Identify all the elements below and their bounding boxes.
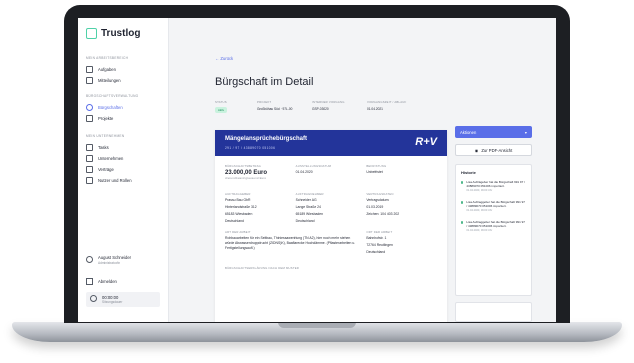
- section-heading: MEIN UNTERNEHMEN: [86, 134, 125, 138]
- meta-status: STATUS Aktiv: [215, 100, 228, 113]
- history-entry: Lisa Auftraggeber hat die Bürgschaft 991…: [461, 220, 526, 232]
- app-name: Trustlog: [101, 28, 141, 39]
- chevron-down-icon: ▾: [524, 129, 527, 135]
- history-entry: Lisa Aufträgeber hat die Bürgschaft 991 …: [461, 180, 526, 192]
- insurer-logo: R+V: [415, 136, 437, 148]
- detail-meta: STATUS Aktiv PROJEKT Großbühau Süd · 97L…: [215, 100, 422, 113]
- bell-icon: [86, 77, 93, 84]
- actions-dropdown[interactable]: Aktionen ▾: [455, 126, 532, 138]
- document-icon: [86, 166, 93, 173]
- project-link[interactable]: Großbühau Süd · 97L-00: [257, 107, 312, 111]
- meta-vorgang: INTERNER VORGANG GSP-03020: [312, 100, 345, 111]
- shield-icon: [86, 104, 93, 111]
- logout-button[interactable]: Abmelden: [86, 278, 117, 285]
- page-title: Bürgschaft im Detail: [215, 76, 314, 88]
- session-label: Sitzungsdauer: [102, 300, 123, 304]
- status-badge: Aktiv: [215, 107, 228, 113]
- user-icon: [86, 177, 93, 184]
- document-row: AUFTRAGGEBER Prassu Bau GbR Hinterlandst…: [225, 192, 400, 223]
- sidebar-item-mitteilungen[interactable]: Mitteilungen: [86, 77, 121, 84]
- sidebar-item-nutzer[interactable]: Nutzer und Rollen: [86, 177, 132, 184]
- session-timer: 00:00:00 Sitzungsdauer: [86, 292, 160, 307]
- sidebar-item-tasks[interactable]: Tasks: [86, 144, 109, 151]
- clock-icon: [90, 295, 97, 302]
- main-content: ← Zurück Bürgschaft im Detail STATUS Akt…: [169, 18, 556, 322]
- section-heading: MEIN ARBEITSBEREICH: [86, 56, 129, 60]
- sidebar-item-aufgaben[interactable]: Aufgaben: [86, 66, 116, 73]
- sidebar-item-buergschaften[interactable]: Bürgschaften: [86, 104, 123, 111]
- pdf-view-button[interactable]: ◉ Zur PDF-Ansicht: [455, 144, 532, 156]
- back-link[interactable]: ← Zurück: [215, 56, 233, 61]
- guarantee-document: Mängelansprüchebürgschaft 291 / 97 / 438…: [215, 130, 447, 322]
- avatar-icon: [86, 256, 93, 263]
- logout-icon: [86, 278, 93, 285]
- section-heading: BÜRGSCHAFTSVERWALTUNG: [86, 94, 139, 98]
- meta-project: PROJEKT Großbühau Süd · 97L-00: [257, 100, 312, 113]
- logo[interactable]: Trustlog: [86, 28, 140, 39]
- folder-icon: [86, 115, 93, 122]
- user-name: August Schneider: [98, 255, 132, 260]
- app-screen: Trustlog MEIN ARBEITSBEREICH Aufgaben Mi…: [78, 18, 556, 322]
- history-panel: Historie Lisa Aufträgeber hat die Bürgsc…: [455, 164, 532, 296]
- list-icon: [86, 144, 93, 151]
- history-entry: Lisa Auftraggeber hat die Bürgschaft 991…: [461, 200, 526, 212]
- document-row: BÜRGSCHAFTSBETRAG 23.000,00 Euro dreiund…: [225, 164, 387, 180]
- user-role: Administrator/in: [98, 261, 121, 265]
- status-dot-icon: [461, 221, 464, 224]
- sidebar-item-unternehmen[interactable]: Unternehmen: [86, 155, 123, 162]
- sidebar-item-projekte[interactable]: Projekte: [86, 115, 113, 122]
- secondary-card: [455, 302, 532, 322]
- user-profile[interactable]: August Schneider Administrator/in: [86, 255, 131, 265]
- tasks-icon: [86, 66, 93, 73]
- meta-date: VORGANGSZEIT / ABLAUF 01.04.2021: [367, 100, 407, 111]
- building-icon: [86, 155, 93, 162]
- logo-icon: [86, 28, 97, 39]
- sidebar: Trustlog MEIN ARBEITSBEREICH Aufgaben Mi…: [78, 18, 169, 322]
- status-dot-icon: [461, 201, 464, 204]
- history-title: Historie: [461, 170, 476, 175]
- document-header: Mängelansprüchebürgschaft 291 / 97 / 438…: [215, 130, 447, 156]
- document-title: Mängelansprüchebürgschaft: [225, 136, 308, 142]
- status-dot-icon: [461, 181, 464, 184]
- eye-icon: ◉: [474, 147, 479, 153]
- document-number: 291 / 97 / 43889070 051006: [225, 146, 276, 150]
- sidebar-item-vertraege[interactable]: Verträge: [86, 166, 114, 173]
- document-row: ART DER ARBEIT Rohbauarbeiten für ein Se…: [225, 230, 393, 254]
- document-row: BÜRGSCHAFTSERKLÄRUNG NACH DEM MUSTER: [225, 266, 300, 270]
